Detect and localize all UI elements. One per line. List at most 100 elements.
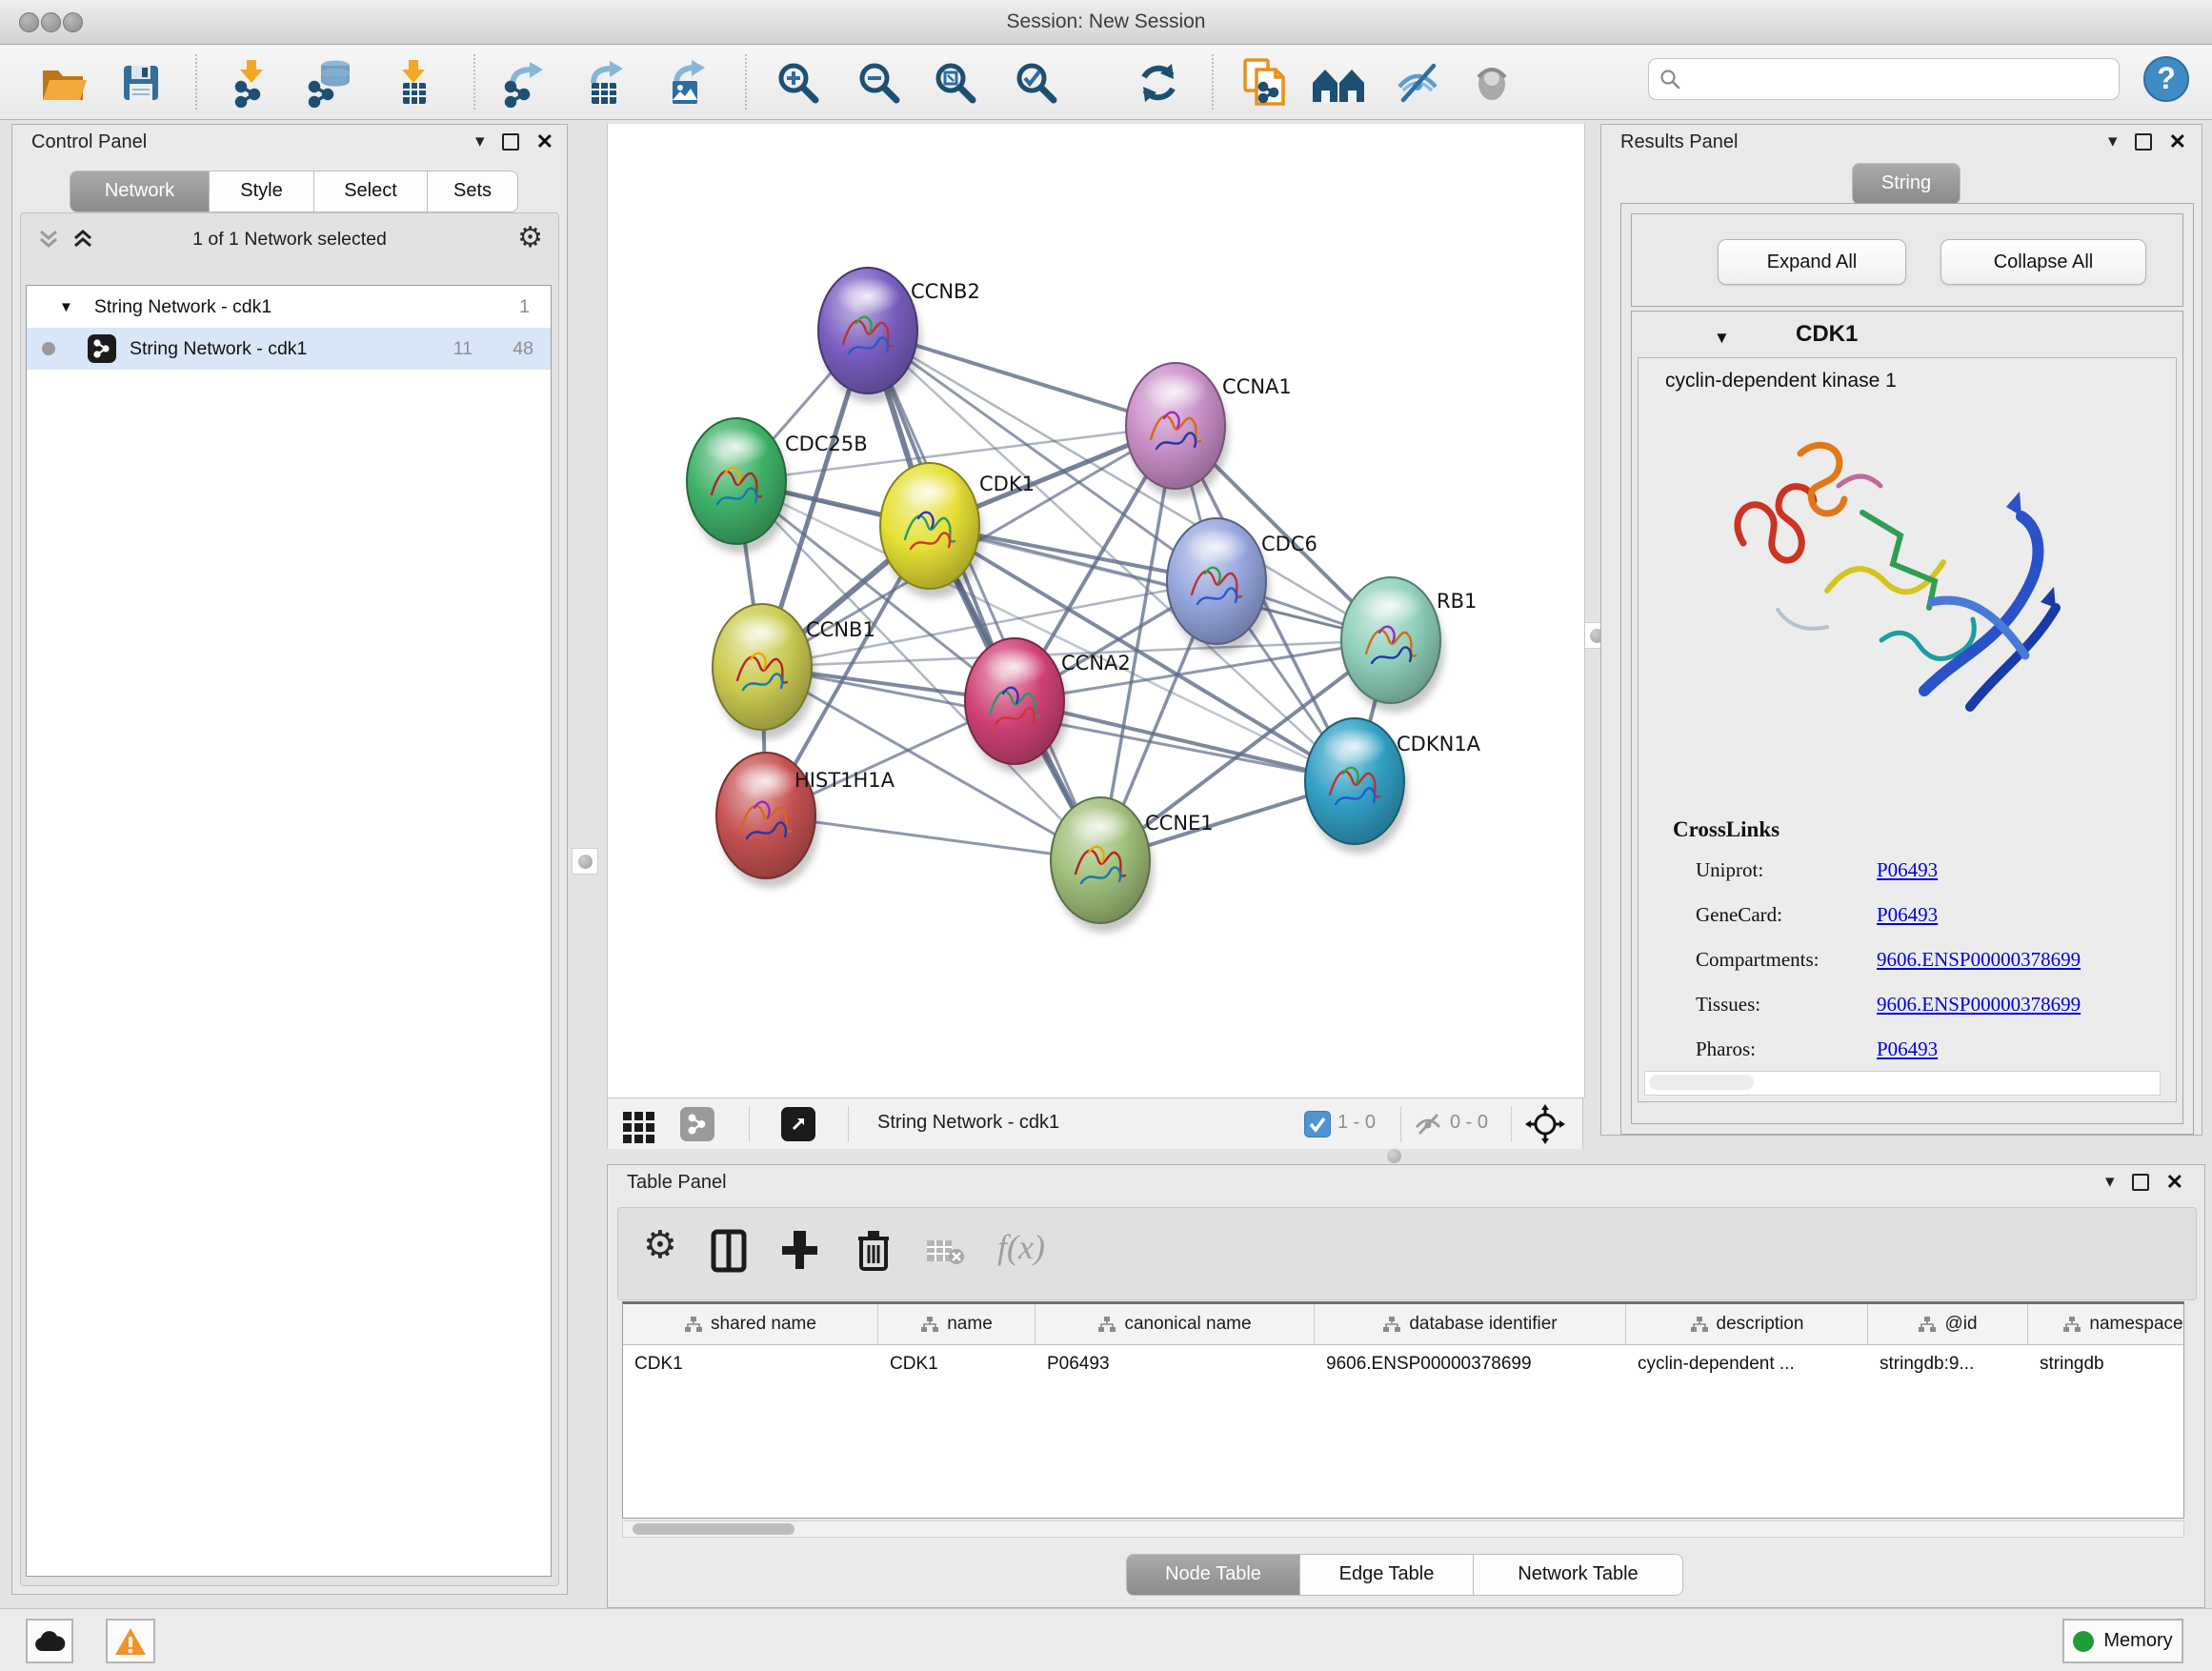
panel-float-icon[interactable] (502, 133, 519, 151)
panel-menu-icon[interactable]: ▾ (2105, 1173, 2115, 1192)
table-cell[interactable]: stringdb:9... (1868, 1345, 2028, 1383)
table-cell[interactable]: P06493 (1036, 1345, 1315, 1383)
column-header-canonical-name[interactable]: canonical name (1036, 1304, 1315, 1344)
crosslink-link[interactable]: P06493 (1877, 858, 1938, 881)
hidden-eye-slash-icon[interactable] (1413, 1112, 1443, 1141)
select-columns-icon[interactable] (710, 1229, 748, 1278)
birds-eye-view-icon[interactable] (623, 1112, 654, 1143)
add-column-icon[interactable] (778, 1229, 820, 1278)
network-node-CDK1[interactable]: CDK1 (880, 463, 1035, 598)
zoom-out-icon[interactable] (851, 56, 908, 110)
tab-node-table[interactable]: Node Table (1126, 1554, 1300, 1596)
maximize-window-button[interactable] (63, 12, 83, 32)
expand-all-button[interactable]: Expand All (1718, 239, 1906, 285)
column-header-description[interactable]: description (1626, 1304, 1868, 1344)
delete-column-trash-icon[interactable] (855, 1227, 893, 1278)
refresh-view-icon[interactable] (1130, 56, 1187, 110)
open-in-window-icon[interactable] (781, 1107, 815, 1141)
column-header-shared-name[interactable]: shared name (623, 1304, 878, 1344)
column-header-name[interactable]: name (878, 1304, 1036, 1344)
tab-network[interactable]: Network (70, 171, 210, 212)
tab-select[interactable]: Select (314, 171, 428, 212)
panel-close-icon[interactable]: ✕ (2166, 1173, 2183, 1192)
crosslink-row: Compartments:9606.ENSP00000378699 (1696, 948, 2081, 972)
function-builder-icon[interactable]: f(x) (997, 1227, 1045, 1267)
panel-close-icon[interactable]: ✕ (536, 132, 553, 151)
selected-checkbox[interactable] (1304, 1111, 1331, 1137)
table-hscrollbar-thumb[interactable] (633, 1523, 794, 1535)
help-icon[interactable]: ? (2138, 52, 2195, 106)
tab-network-table[interactable]: Network Table (1474, 1554, 1683, 1596)
network-node-HIST1H1A[interactable]: HIST1H1A (716, 753, 895, 888)
table-cell[interactable]: CDK1 (878, 1345, 1036, 1383)
tree-expanded-icon[interactable]: ▼ (59, 299, 73, 315)
collapse-all-button[interactable]: Collapse All (1941, 239, 2146, 285)
network-node-CCNA1[interactable]: CCNA1 (1126, 363, 1292, 498)
network-node-CCNE1[interactable]: CCNE1 (1051, 797, 1214, 933)
export-network-icon[interactable] (495, 56, 553, 110)
eye-disabled-icon[interactable] (1463, 56, 1520, 110)
string-network-badge-icon[interactable] (680, 1107, 714, 1141)
results-hscrollbar[interactable] (1644, 1071, 2161, 1096)
import-network-file-icon[interactable] (224, 56, 281, 110)
string-home-icon[interactable] (1310, 56, 1367, 110)
network-view-canvas[interactable]: CCNB2CCNA1CDC25BCDK1CDC6RB1CCNB1CCNA2CDK… (607, 124, 1585, 1097)
delete-table-icon[interactable] (925, 1238, 967, 1274)
import-table-file-icon[interactable] (386, 56, 443, 110)
search-input[interactable] (1681, 68, 2085, 91)
minimize-window-button[interactable] (41, 12, 61, 32)
paste-network-icon[interactable] (1237, 56, 1294, 110)
column-header--id[interactable]: @id (1868, 1304, 2028, 1344)
zoom-fit-icon[interactable] (927, 56, 984, 110)
horizontal-splitter-handle[interactable] (1387, 1149, 1401, 1163)
panel-menu-icon[interactable]: ▾ (2108, 132, 2118, 151)
panel-float-icon[interactable] (2135, 133, 2152, 151)
crosslink-link[interactable]: P06493 (1877, 903, 1938, 926)
export-image-icon[interactable] (657, 56, 714, 110)
crosslink-link[interactable]: 9606.ENSP00000378699 (1877, 948, 2081, 971)
network-node-RB1[interactable]: RB1 (1341, 577, 1477, 713)
panel-float-icon[interactable] (2132, 1174, 2149, 1191)
tab-style[interactable]: Style (210, 171, 314, 212)
tab-edge-table[interactable]: Edge Table (1300, 1554, 1474, 1596)
network-collection-row[interactable]: ▼ String Network - cdk1 1 (27, 286, 551, 328)
network-node-CCNA2[interactable]: CCNA2 (965, 638, 1131, 774)
tab-string[interactable]: String (1852, 163, 1961, 205)
close-window-button[interactable] (19, 12, 39, 32)
section-expanded-icon[interactable]: ▼ (1714, 329, 1730, 348)
table-cell[interactable]: 9606.ENSP00000378699 (1315, 1345, 1626, 1383)
network-node-CDC25B[interactable]: CDC25B (687, 418, 868, 554)
crosslink-link[interactable]: 9606.ENSP00000378699 (1877, 993, 2081, 1016)
gear-icon[interactable]: ⚙ (517, 221, 543, 254)
control-panel-title: Control Panel (31, 131, 147, 153)
zoom-in-icon[interactable] (770, 56, 827, 110)
network-row-selected[interactable]: String Network - cdk1 11 48 (27, 328, 551, 370)
left-splitter-handle[interactable] (572, 848, 598, 875)
network-node-CDKN1A[interactable]: CDKN1A (1305, 718, 1481, 854)
table-hscrollbar[interactable] (622, 1520, 2184, 1538)
network-edge-CCNB2-CCNE1[interactable] (868, 331, 1100, 860)
pan-crosshair-icon[interactable] (1525, 1104, 1565, 1149)
table-row[interactable]: CDK1CDK1P064939606.ENSP00000378699cyclin… (623, 1345, 2183, 1383)
table-gear-icon[interactable]: ⚙ (643, 1223, 677, 1267)
table-cell[interactable]: stringdb (2028, 1345, 2184, 1383)
warning-status-button[interactable] (106, 1619, 155, 1663)
cloud-status-button[interactable] (26, 1619, 73, 1663)
tab-sets[interactable]: Sets (428, 171, 518, 212)
table-cell[interactable]: cyclin-dependent ... (1626, 1345, 1868, 1383)
export-table-icon[interactable] (576, 56, 633, 110)
network-node-CDC6[interactable]: CDC6 (1167, 518, 1317, 654)
save-session-icon[interactable] (112, 56, 170, 110)
memory-button[interactable]: Memory (2062, 1619, 2183, 1663)
panel-close-icon[interactable]: ✕ (2169, 132, 2186, 151)
table-cell[interactable]: CDK1 (623, 1345, 878, 1383)
open-session-icon[interactable] (34, 56, 91, 110)
node-label: CCNE1 (1145, 812, 1214, 835)
panel-menu-icon[interactable]: ▾ (475, 132, 485, 151)
crosslink-link[interactable]: P06493 (1877, 1037, 1938, 1060)
import-network-database-icon[interactable] (303, 56, 360, 110)
column-header-namespace[interactable]: namespace (2028, 1304, 2184, 1344)
eye-slash-icon[interactable] (1389, 56, 1446, 110)
zoom-selected-icon[interactable] (1008, 56, 1065, 110)
column-header-database-identifier[interactable]: database identifier (1315, 1304, 1626, 1344)
